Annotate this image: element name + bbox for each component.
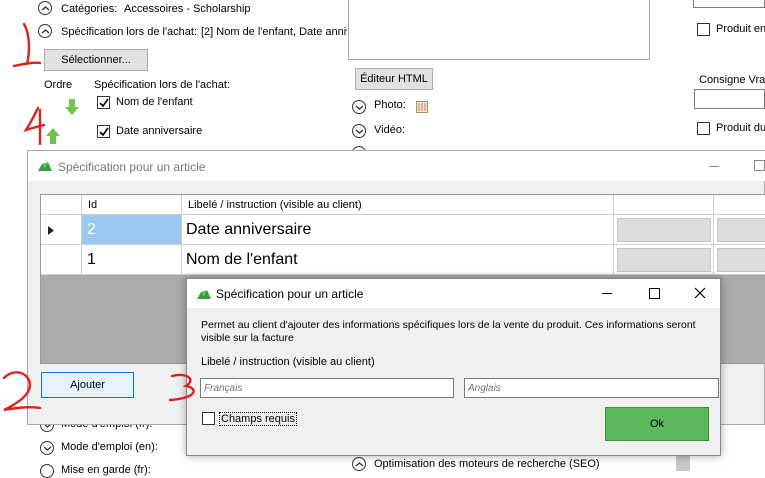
produit-en-label: Produit en: [716, 23, 765, 35]
dialog-maximize-icon[interactable]: [649, 288, 660, 299]
required-checkbox[interactable]: [202, 412, 215, 425]
dialog-minimize-icon[interactable]: [602, 293, 612, 294]
field-label: Libelé / instruction (visible au client): [201, 356, 375, 368]
annotation-3-mark: [168, 373, 195, 402]
row-1-extra-cell-2: [714, 215, 765, 245]
maximize-icon[interactable]: [754, 160, 765, 171]
french-input[interactable]: [200, 378, 454, 398]
expand-photo-icon[interactable]: [352, 100, 366, 114]
minimize-icon[interactable]: [709, 166, 719, 167]
column-header-extra-2[interactable]: [714, 195, 765, 215]
row-2-extra-cell: [614, 245, 714, 275]
image-icon: [416, 101, 428, 113]
video-label: Vidéo:: [374, 124, 405, 136]
description-textarea[interactable]: [348, 0, 650, 60]
dialog-title: Spécification pour un article: [216, 287, 364, 301]
row-2-extra-cell-2: [714, 245, 765, 275]
spec-value: [2] Nom de l'enfant, Date anniv: [201, 26, 347, 38]
row-2-label[interactable]: Nom de l'enfant: [182, 245, 614, 275]
row-1-button-2[interactable]: [717, 218, 765, 242]
top-right-field[interactable]: [693, 0, 765, 8]
annotation-4-mark: [23, 106, 46, 146]
consigne-vrac-input[interactable]: [694, 89, 765, 109]
row-2-button-1[interactable]: [617, 248, 711, 272]
consigne-vrac-label: Consigne Vrac: [699, 74, 765, 86]
row-1-button-1[interactable]: [617, 218, 711, 242]
row-1-extra-cell: [614, 215, 714, 245]
produit-du-label: Produit du: [716, 122, 765, 134]
dialog-close-icon[interactable]: [694, 287, 706, 302]
html-editor-button[interactable]: Éditeur HTML: [355, 68, 433, 90]
dialog-description: Permet au client d'ajouter des informati…: [201, 319, 696, 344]
dialog-titlebar: Spécification pour un article: [187, 279, 720, 308]
column-header-label[interactable]: Libelé / instruction (visible au client): [182, 195, 614, 215]
photo-label: Photo:: [374, 99, 406, 111]
row-1-label[interactable]: Date anniversaire: [182, 215, 614, 245]
seo-label: Optimisation des moteurs de recherche (S…: [374, 458, 600, 470]
produit-du-checkbox[interactable]: [697, 122, 710, 135]
red-annotations: [2, 22, 195, 412]
english-input[interactable]: [464, 378, 719, 398]
produit-en-checkbox[interactable]: [697, 23, 710, 36]
row-2-button-2[interactable]: [717, 248, 765, 272]
annotation-2-mark: [2, 371, 42, 412]
column-header-extra-1[interactable]: [614, 195, 714, 215]
required-label[interactable]: Champs requis: [219, 412, 297, 426]
expand-seo-icon[interactable]: [352, 457, 366, 471]
ok-button[interactable]: Ok: [605, 407, 709, 441]
expand-video-icon[interactable]: [352, 124, 366, 138]
spec-dialog: Spécification pour un article Permet au …: [186, 278, 721, 456]
annotation-1-mark: [12, 22, 42, 68]
scrollbar-thumb[interactable]: [676, 455, 690, 471]
